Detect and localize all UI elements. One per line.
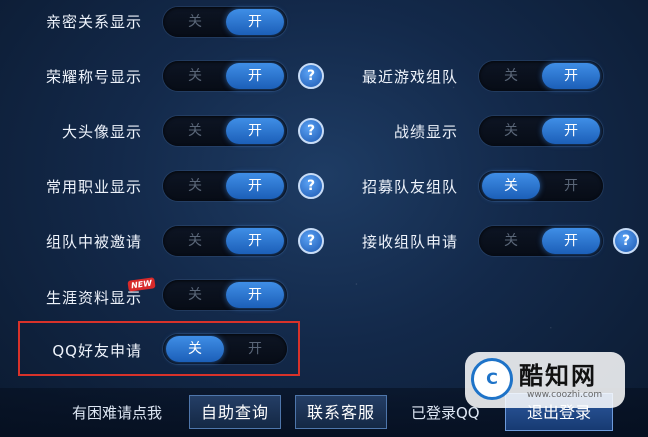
toggle-on-option[interactable]: 开	[542, 228, 600, 254]
toggle-on-option[interactable]: 开	[226, 118, 284, 144]
help-icon[interactable]: ?	[298, 118, 324, 144]
help-icon[interactable]: ?	[298, 173, 324, 199]
label-qq-friend-request: QQ好友申请	[52, 342, 142, 360]
toggle-off-option[interactable]: 关	[166, 173, 224, 199]
toggle-on-option[interactable]: 开	[542, 118, 600, 144]
toggle-off-option[interactable]: 关	[482, 228, 540, 254]
label-common-class-display: 常用职业显示	[45, 178, 142, 196]
help-icon[interactable]: ?	[298, 63, 324, 89]
toggle-receive-team-request[interactable]: 关 开	[479, 226, 603, 256]
toggle-on-option[interactable]: 开	[226, 63, 284, 89]
toggle-on-option[interactable]: 开	[226, 336, 284, 362]
logged-in-text: 已登录QQ	[411, 404, 480, 422]
toggle-off-option[interactable]: 关	[482, 118, 540, 144]
label-career-profile-display: 生涯资料显示	[45, 289, 142, 307]
toggle-big-avatar-display[interactable]: 关 开	[163, 116, 287, 146]
toggle-off-option[interactable]: 关	[166, 228, 224, 254]
label-honor-title-display: 荣耀称号显示	[45, 68, 142, 86]
toggle-off-option[interactable]: 关	[166, 118, 224, 144]
toggle-team-invite[interactable]: 关 开	[163, 226, 287, 256]
toggle-recruit-teammates[interactable]: 关 开	[479, 171, 603, 201]
toggle-on-option[interactable]: 开	[226, 9, 284, 35]
watermark: C 酷知网 www.coozhi.com	[465, 352, 625, 408]
toggle-off-option[interactable]: 关	[166, 336, 224, 362]
help-icon[interactable]: ?	[298, 228, 324, 254]
help-icon[interactable]: ?	[613, 228, 639, 254]
label-intimacy-display: 亲密关系显示	[45, 13, 142, 31]
label-big-avatar-display: 大头像显示	[61, 123, 142, 141]
toggle-off-option[interactable]: 关	[166, 63, 224, 89]
label-battle-record-display: 战绩显示	[393, 123, 458, 141]
toggle-off-option[interactable]: 关	[166, 282, 224, 308]
toggle-on-option[interactable]: 开	[226, 173, 284, 199]
watermark-logo-icon: C	[471, 358, 513, 400]
toggle-off-option[interactable]: 关	[166, 9, 224, 35]
label-recruit-teammates: 招募队友组队	[361, 178, 458, 196]
toggle-honor-title-display[interactable]: 关 开	[163, 61, 287, 91]
new-badge: NEW	[127, 277, 156, 292]
label-team-invite: 组队中被邀请	[45, 233, 142, 251]
toggle-recent-game-team[interactable]: 关 开	[479, 61, 603, 91]
watermark-url: www.coozhi.com	[527, 390, 603, 400]
toggle-on-option[interactable]: 开	[226, 228, 284, 254]
watermark-name: 酷知网	[519, 362, 597, 390]
toggle-common-class-display[interactable]: 关 开	[163, 171, 287, 201]
toggle-intimacy-display[interactable]: 关 开	[163, 7, 287, 37]
toggle-off-option[interactable]: 关	[482, 173, 540, 199]
toggle-off-option[interactable]: 关	[482, 63, 540, 89]
toggle-on-option[interactable]: 开	[226, 282, 284, 308]
label-recent-game-team: 最近游戏组队	[361, 68, 458, 86]
toggle-on-option[interactable]: 开	[542, 173, 600, 199]
toggle-on-option[interactable]: 开	[542, 63, 600, 89]
toggle-battle-record-display[interactable]: 关 开	[479, 116, 603, 146]
label-receive-team-request: 接收组队申请	[361, 233, 458, 251]
self-service-button[interactable]: 自助查询	[189, 395, 281, 429]
toggle-career-profile-display[interactable]: 关 开	[163, 280, 287, 310]
help-hint-text[interactable]: 有困难请点我	[72, 402, 162, 423]
toggle-qq-friend-request[interactable]: 关 开	[163, 334, 287, 364]
contact-support-button[interactable]: 联系客服	[295, 395, 387, 429]
